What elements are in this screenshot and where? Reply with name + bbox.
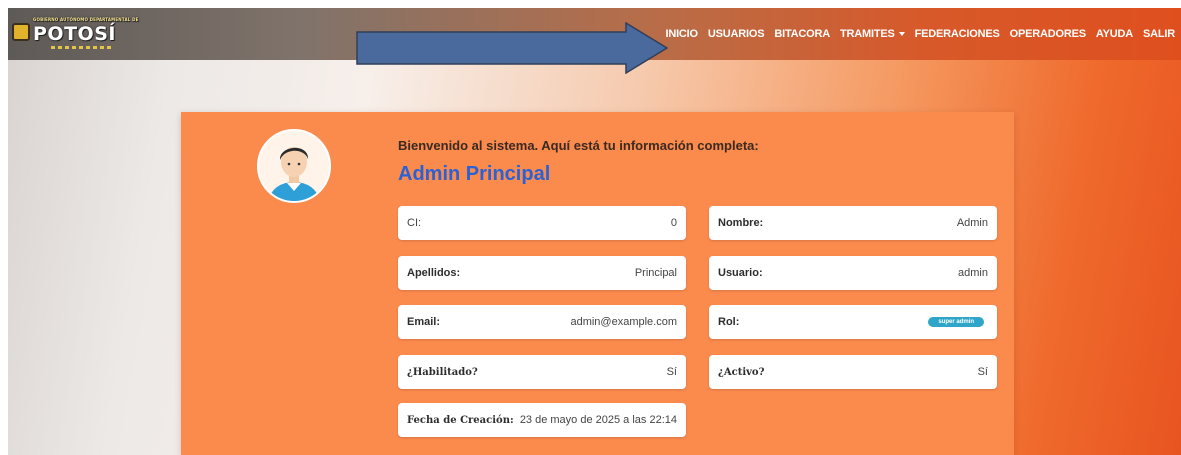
field-apellidos-label: Apellidos: [407, 267, 461, 279]
field-activo-label: ¿Activo? [718, 366, 765, 378]
main-menu: INICIO USUARIOS BITACORA TRAMITES FEDERA… [665, 28, 1175, 40]
field-fecha-label: Fecha de Creación: [407, 414, 514, 426]
nav-federaciones[interactable]: FEDERACIONES [915, 28, 1000, 40]
field-apellidos-value: Principal [634, 267, 677, 279]
field-rol-label: Rol: [718, 316, 740, 328]
annotation-arrow-icon [356, 22, 668, 74]
brand-dots [51, 45, 111, 49]
coat-of-arms-icon [12, 23, 30, 41]
field-nombre-value: Admin [956, 217, 988, 229]
field-nombre: Nombre: Admin [709, 206, 997, 240]
nav-inicio[interactable]: INICIO [665, 28, 698, 40]
field-email-value: admin@example.com [570, 316, 677, 328]
field-usuario-label: Usuario: [718, 267, 763, 279]
brand-tagline: GOBIERNO AUTÓNOMO DEPARTAMENTAL DE [33, 16, 139, 22]
field-fecha-creacion: Fecha de Creación: 23 de mayo de 2025 a … [398, 403, 686, 437]
app-frame: GOBIERNO AUTÓNOMO DEPARTAMENTAL DE POTOS… [8, 8, 1181, 455]
field-habilitado-value: Sí [666, 366, 677, 378]
nav-operadores[interactable]: OPERADORES [1010, 28, 1086, 40]
nav-bitacora[interactable]: BITACORA [774, 28, 830, 40]
field-habilitado: ¿Habilitado? Sí [398, 355, 686, 389]
profile-name: Admin Principal [398, 163, 551, 185]
brand-logo[interactable]: GOBIERNO AUTÓNOMO DEPARTAMENTAL DE POTOS… [12, 17, 138, 49]
nav-tramites[interactable]: TRAMITES [840, 28, 905, 40]
field-activo-value: Sí [977, 366, 988, 378]
user-avatar-icon [257, 129, 331, 203]
role-badge: super admin [928, 317, 984, 327]
field-usuario-value: admin [958, 267, 988, 279]
brand-name: POTOSÍ [33, 22, 116, 45]
field-ci: CI: 0 [398, 206, 686, 240]
field-activo: ¿Activo? Sí [709, 355, 997, 389]
nav-salir[interactable]: SALIR [1143, 28, 1175, 40]
nav-tramites-label: TRAMITES [840, 28, 895, 40]
field-rol: Rol: super admin [709, 305, 997, 339]
field-ci-label: CI: [407, 217, 422, 229]
profile-card: Bienvenido al sistema. Aquí está tu info… [181, 112, 1014, 455]
field-email-label: Email: [407, 316, 441, 328]
field-fecha-value: 23 de mayo de 2025 a las 22:14 [519, 414, 677, 426]
field-nombre-label: Nombre: [718, 217, 764, 229]
field-habilitado-label: ¿Habilitado? [407, 366, 478, 378]
field-ci-value: 0 [670, 217, 677, 229]
field-email: Email: admin@example.com [398, 305, 686, 339]
nav-usuarios[interactable]: USUARIOS [708, 28, 765, 40]
welcome-text: Bienvenido al sistema. Aquí está tu info… [398, 138, 759, 153]
caret-down-icon [898, 32, 905, 37]
nav-ayuda[interactable]: AYUDA [1096, 28, 1133, 40]
field-apellidos: Apellidos: Principal [398, 256, 686, 290]
field-usuario: Usuario: admin [709, 256, 997, 290]
